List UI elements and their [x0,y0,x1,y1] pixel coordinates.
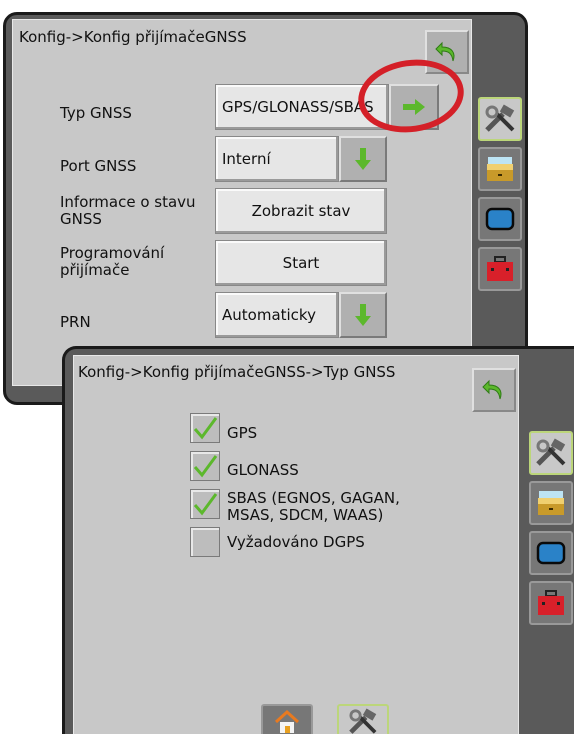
monitor-icon [485,207,515,231]
back-arrow-icon [482,379,502,400]
start-button[interactable]: Start [215,240,387,286]
tab-display[interactable] [478,197,522,241]
folder-icon [538,491,564,515]
gnss-port-field[interactable]: Interní [215,136,339,182]
gnss-type-panel: Konfig->Konfig přijímačeGNSS->Typ GNSS G… [73,355,519,734]
tab-toolbox[interactable] [529,581,573,625]
tools-icon [536,438,566,466]
toolbox-icon [487,256,513,281]
arrow-down-icon [355,148,371,170]
glonass-checkbox[interactable] [190,451,220,481]
glonass-label: GLONASS [227,461,299,479]
tab-data[interactable] [478,147,522,191]
toolbox-icon [538,590,564,615]
page-title: Konfig->Konfig přijímačeGNSS->Typ GNSS [78,363,396,381]
tools-icon [485,104,515,132]
tab-home[interactable] [261,704,313,734]
tab-toolbox[interactable] [478,247,522,291]
gps-checkbox[interactable] [190,413,220,443]
tab-tools-bottom[interactable] [337,704,389,734]
folder-icon [487,157,513,181]
sbas-label: SBAS (EGNOS, GAGAN, MSAS, SDCM, WAAS) [227,489,400,524]
tab-tools[interactable] [529,431,573,475]
show-status-button[interactable]: Zobrazit stav [215,188,387,234]
arrow-down-icon [355,304,371,326]
sbas-checkbox[interactable] [190,489,220,519]
home-icon [274,709,300,733]
gnss-port-dropdown-button[interactable] [339,136,387,182]
gnss-type-label: Typ GNSS [60,104,132,122]
prn-field[interactable]: Automaticky [215,292,339,338]
gnss-port-value: Interní [222,150,271,168]
receiver-programming-label: Programování přijímače [60,244,165,279]
gnss-type-screen: Konfig->Konfig přijímačeGNSS->Typ GNSS G… [62,346,574,734]
gnss-status-label: Informace o stavu GNSS [60,193,196,228]
dgps-label: Vyžadováno DGPS [227,533,365,551]
show-status-label: Zobrazit stav [251,202,351,220]
page-title: Konfig->Konfig přijímačeGNSS [19,28,247,46]
dgps-checkbox[interactable] [190,527,220,557]
checkmark-icon [193,417,218,440]
tools-icon [349,708,377,734]
checkmark-icon [193,493,218,516]
checkmark-icon [193,455,218,478]
prn-value: Automaticky [222,306,316,324]
gnss-port-label: Port GNSS [60,157,137,175]
start-label: Start [282,254,320,272]
back-button[interactable] [472,368,516,412]
back-arrow-icon [435,41,455,62]
gps-label: GPS [227,424,258,442]
tab-display[interactable] [529,531,573,575]
prn-dropdown-button[interactable] [339,292,387,338]
tab-data[interactable] [529,481,573,525]
tab-tools[interactable] [478,97,522,141]
gnss-type-value: GPS/GLONASS/SBAS [222,98,374,116]
monitor-icon [536,541,566,565]
prn-label: PRN [60,313,91,331]
